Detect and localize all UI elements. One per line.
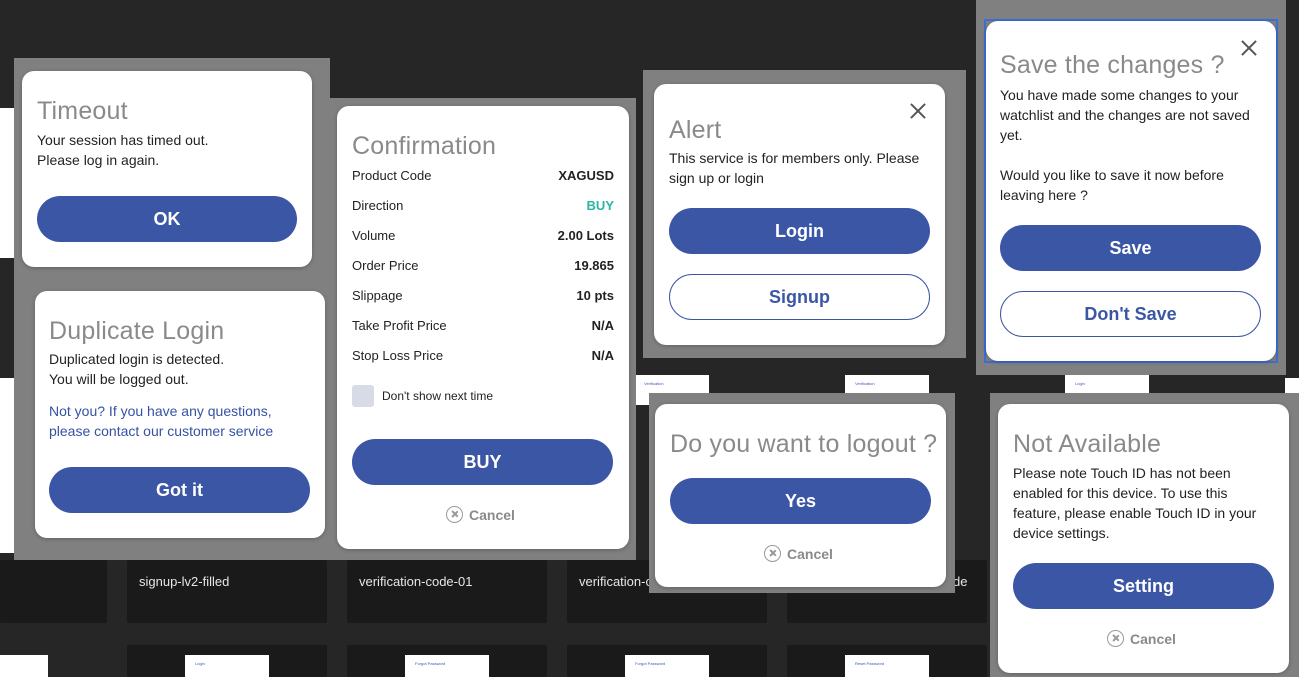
row-label: Order Price [352,258,419,273]
row-value: XAGUSD [558,168,614,183]
row-label: Direction [352,198,404,213]
cancel-circle-icon [446,506,463,523]
artboard-preview: Login [185,655,269,677]
dialog-title: Do you want to logout ? [670,430,938,458]
dialog-message: Please log in again. [37,152,160,168]
cancel-button[interactable]: Cancel [1107,630,1176,647]
dialog-message: Duplicated login is detected. [49,351,225,367]
artboard-thumb[interactable] [347,560,547,623]
cancel-label: Cancel [787,545,833,562]
artboard-thumb[interactable] [0,560,107,623]
alert-dialog: Alert This service is for members only. … [654,84,945,345]
logout-dialog: Do you want to logout ? Yes Cancel [655,404,946,587]
preview-title: Verification [644,381,664,386]
save-button[interactable]: Save [1000,225,1261,271]
artboard-preview: Reset Password [845,655,929,677]
ok-button[interactable]: OK [37,196,297,242]
preview-title: Login [195,661,205,666]
cancel-label: Cancel [469,506,515,523]
slippage-row: Slippage 10 pts [352,288,614,303]
login-button[interactable]: Login [669,208,930,254]
stop-loss-row: Stop Loss Price N/A [352,348,614,363]
row-value: 19.865 [574,258,614,273]
row-label: Slippage [352,288,403,303]
row-value: 10 pts [576,288,614,303]
dialog-message: sign up or login [669,170,764,186]
setting-button[interactable]: Setting [1013,563,1274,609]
take-profit-row: Take Profit Price N/A [352,318,614,333]
volume-row: Volume 2.00 Lots [352,228,614,243]
dialog-message: You will be logged out. [49,371,189,387]
cancel-button[interactable]: Cancel [764,545,833,562]
signup-button[interactable]: Signup [669,274,930,320]
dialog-message: leaving here ? [1000,187,1088,203]
cancel-label: Cancel [1130,630,1176,647]
dialog-message: Would you like to save it now before [1000,167,1224,183]
dont-save-button[interactable]: Don't Save [1000,291,1261,337]
dialog-title: Timeout [37,97,128,125]
dialog-message: Your session has timed out. [37,132,209,148]
preview-title: Reset Password [855,661,885,666]
product-code-row: Product Code XAGUSD [352,168,614,183]
cancel-button[interactable]: Cancel [446,506,515,523]
artboard-thumb[interactable] [127,560,327,623]
row-label: Volume [352,228,396,243]
close-icon[interactable] [1239,38,1259,58]
checkbox-label: Don't show next time [382,389,494,403]
duplicate-login-dialog: Duplicate Login Duplicated login is dete… [35,291,325,538]
row-label: Product Code [352,168,432,183]
row-value: N/A [591,348,614,363]
dont-show-checkbox[interactable] [352,385,374,407]
cancel-circle-icon [1107,630,1124,647]
dialog-message: enabled for this device. To use this [1013,485,1228,501]
artboard-preview: Forgot Password [405,655,489,677]
artboard-label: signup-lv2-filled [139,574,230,589]
direction-row: Direction BUY [352,198,614,213]
save-changes-dialog: Save the changes ? You have made some ch… [986,21,1276,361]
dialog-message: feature, please enable Touch ID in your [1013,505,1257,521]
preview-title: Login [1075,381,1085,386]
artboard-label: verification-c [579,574,652,589]
artboard-label: verification-code-01 [359,574,473,589]
yes-button[interactable]: Yes [670,478,931,524]
row-value: 2.00 Lots [557,228,614,243]
row-value: N/A [591,318,614,333]
artboard-preview [0,655,48,677]
preview-title: Verification [855,381,875,386]
dialog-message: yet. [1000,127,1023,143]
dialog-title: Not Available [1013,430,1162,458]
customer-service-link[interactable]: Not you? If you have any questions, [49,401,272,421]
dialog-title: Save the changes ? [1000,51,1225,79]
dialog-title: Confirmation [352,132,497,160]
row-label: Take Profit Price [352,318,447,333]
row-value: BUY [586,198,614,213]
order-confirmation-dialog: Confirmation Product Code XAGUSD Directio… [337,106,629,549]
dialog-message: This service is for members only. Please [669,150,920,166]
artboard-label: de [953,574,968,589]
got-it-button[interactable]: Got it [49,467,310,513]
order-price-row: Order Price 19.865 [352,258,614,273]
dialog-message: watchlist and the changes are not saved [1000,107,1250,123]
row-label: Stop Loss Price [352,348,444,363]
cancel-circle-icon [764,545,781,562]
dialog-title: Duplicate Login [49,317,225,345]
dialog-title: Alert [669,116,722,144]
preview-title: Forgot Password [415,661,446,666]
dialog-message: device settings. [1013,525,1110,541]
timeout-dialog: Timeout Your session has timed out. Plea… [22,71,312,267]
customer-service-link[interactable]: please contact our customer service [49,421,273,441]
preview-title: Forgot Password [635,661,666,666]
dialog-message: You have made some changes to your [1000,87,1239,103]
buy-button[interactable]: BUY [352,439,613,485]
dialog-message: Please note Touch ID has not been [1013,465,1231,481]
not-available-dialog: Not Available Please note Touch ID has n… [998,404,1289,673]
close-icon[interactable] [908,101,928,121]
artboard-preview: Forgot Password [625,655,709,677]
